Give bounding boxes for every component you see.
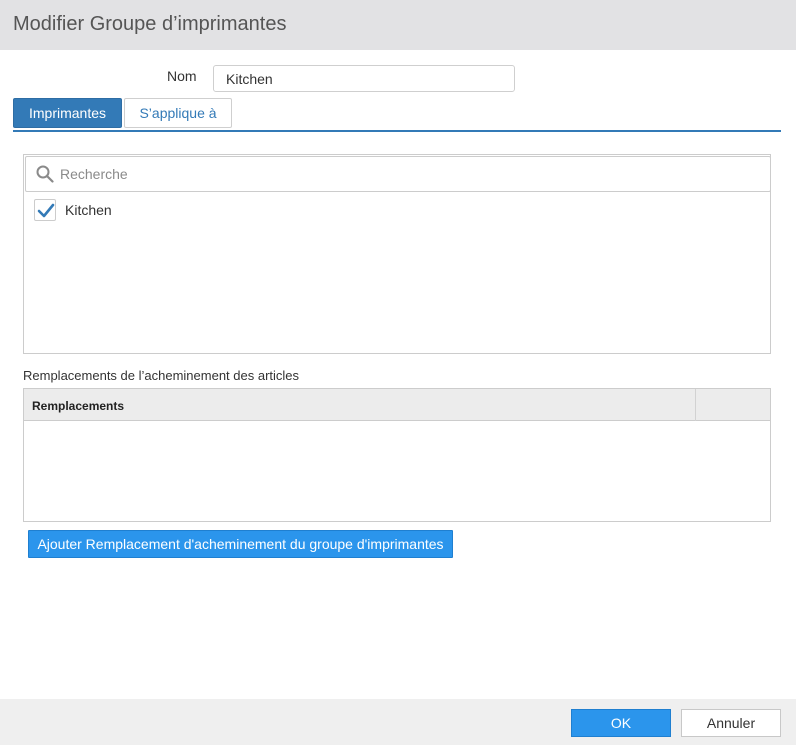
edit-printer-group-dialog: Modifier Groupe d’imprimantes Nom Imprim… bbox=[0, 0, 796, 745]
tab-applies-to[interactable]: S’applique à bbox=[124, 98, 232, 128]
ok-button[interactable]: OK bbox=[571, 709, 671, 737]
overrides-table: Remplacements bbox=[23, 388, 771, 522]
tab-underline bbox=[13, 130, 781, 132]
search-input[interactable] bbox=[60, 161, 760, 187]
printer-name: Kitchen bbox=[65, 202, 112, 218]
cancel-button[interactable]: Annuler bbox=[681, 709, 781, 737]
name-label: Nom bbox=[167, 68, 197, 84]
overrides-table-header: Remplacements bbox=[24, 389, 770, 421]
printer-list: Kitchen bbox=[23, 154, 771, 354]
name-input[interactable] bbox=[213, 65, 515, 92]
printer-checkbox[interactable] bbox=[34, 199, 56, 221]
add-override-button[interactable]: Ajouter Remplacement d'acheminement du g… bbox=[28, 530, 453, 558]
title-bar: Modifier Groupe d’imprimantes bbox=[0, 0, 796, 50]
tab-printers[interactable]: Imprimantes bbox=[13, 98, 122, 128]
dialog-title: Modifier Groupe d’imprimantes bbox=[13, 13, 287, 35]
checkmark-icon bbox=[37, 203, 55, 218]
search-icon bbox=[36, 165, 54, 183]
column-header-overrides[interactable]: Remplacements bbox=[32, 399, 124, 413]
dialog-footer: OK Annuler bbox=[0, 699, 796, 745]
search-box bbox=[25, 156, 771, 192]
column-separator bbox=[695, 389, 696, 421]
overrides-section-label: Remplacements de l’acheminement des arti… bbox=[23, 368, 300, 383]
